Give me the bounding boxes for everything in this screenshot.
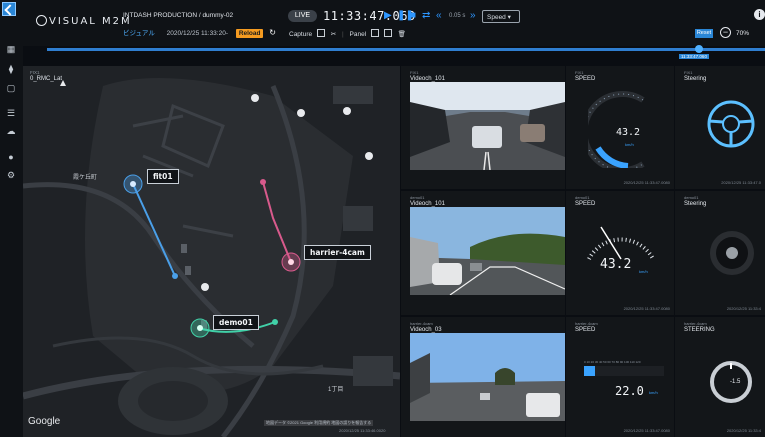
panel-source: harrier-4cam — [575, 321, 598, 326]
session-date: 2020/12/25 11:33:20- — [166, 30, 228, 37]
town-label: 霞ケ丘町 — [73, 175, 98, 181]
video-frame — [410, 207, 565, 295]
panel-source: harrier-4cam — [410, 321, 433, 326]
settings-icon[interactable]: ⚙ — [6, 170, 16, 180]
speed-scale: 0 10 20 30 40 50 60 70 80 90 100 110 120 — [584, 360, 641, 364]
panel-title: SPEED — [575, 76, 596, 82]
panel-timestamp: 2020/12/25 11:33:47.0080 — [623, 428, 670, 433]
block-label: 1丁目 — [328, 387, 344, 393]
speed-unit: km/h — [649, 390, 658, 395]
zoom-out-button[interactable]: − — [720, 27, 731, 38]
steering-value: -1.5 — [730, 379, 741, 385]
speed-panel-2[interactable]: demo01 SPEED 43.2 km/h 2020/12/25 11:33:… — [566, 191, 674, 315]
live-button[interactable]: LIVE — [288, 10, 317, 22]
video-panel-3[interactable]: harrier-4cam Videoch_03 — [401, 317, 565, 437]
panel-source: demo01 — [684, 195, 699, 200]
project-title: INTDASH PRODUCTION / dummy-02 — [123, 12, 234, 19]
steering-wheel-icon — [707, 100, 755, 148]
timeline-track[interactable] — [47, 48, 765, 51]
video-panel-2[interactable]: demo01 Videoch_101 — [401, 191, 565, 315]
speed-bar-track — [584, 366, 664, 376]
zoom-level: 70% — [736, 30, 750, 37]
panel-source: demo01 — [410, 195, 425, 200]
marker-label-demo01[interactable]: demo01 — [213, 315, 259, 330]
play-icon[interactable]: ▶ — [384, 10, 392, 21]
trash-icon[interactable]: 🗑 — [398, 31, 406, 38]
panel-timestamp: 2020/12/25 11:33:4 — [726, 428, 761, 433]
map-panel[interactable]: FIX1 0_RMC_Lat 霞ケ丘町 1丁目 fit01 harrier-4c… — [23, 66, 400, 437]
speed-value: 22.0 — [615, 384, 644, 398]
speed-bar-fill — [584, 366, 596, 376]
top-header: VISUAL M2M INTDASH PRODUCTION / dummy-02… — [0, 0, 765, 46]
scissors-icon[interactable]: ✂ — [331, 31, 336, 38]
app-menu-icon[interactable] — [2, 2, 16, 16]
reset-button[interactable]: Reset — [695, 29, 713, 38]
video-frame — [410, 333, 565, 421]
list-icon[interactable]: ☰ — [6, 108, 16, 118]
sliders-icon[interactable]: ⧫ — [6, 64, 16, 74]
panel-source: demo01 — [575, 195, 590, 200]
speed-select[interactable]: Speed ▾ — [482, 10, 520, 23]
panel-timestamp: 2020/12/25 11:33:47.0080 — [623, 180, 670, 185]
refresh-icon[interactable]: ↻ — [269, 28, 276, 37]
panel-title: STEERING — [684, 327, 715, 333]
marker-label-fit01[interactable]: fit01 — [147, 169, 179, 184]
steering-panel-2[interactable]: demo01 Steering 2020/12/25 11:33:4 — [675, 191, 765, 315]
left-rail: ▦ ⧫ ▢ ☰ ☁ ● ⚙ — [0, 40, 23, 437]
location-icon[interactable]: ● — [6, 152, 16, 162]
forward-icon[interactable]: » — [470, 10, 476, 21]
rewind-icon[interactable]: « — [436, 10, 442, 21]
marker-label-harrier[interactable]: harrier-4cam — [304, 245, 371, 260]
panel-timestamp: 2020/12/25 11:33:47.0 — [721, 180, 761, 185]
panel-source: FIX1 — [410, 70, 419, 75]
speed-panel-1[interactable]: FIX1 SPEED 43.2 km/h 2020/12/25 11:33:47… — [566, 66, 674, 189]
steering-panel-1[interactable]: FIX1 Steering 2020/12/25 11:33:47.0 — [675, 66, 765, 189]
speed-value: 43.2 — [616, 127, 641, 138]
screenshot-icon[interactable] — [316, 29, 325, 37]
panel-add-icon[interactable] — [370, 29, 379, 37]
panel-label: Panel — [349, 31, 367, 38]
panel-title: SPEED — [575, 201, 596, 207]
google-logo: Google — [28, 416, 61, 427]
map-source-label: FIX1 — [30, 70, 40, 75]
loop-icon[interactable]: ⇄ — [422, 10, 430, 21]
playback-rate: 0.05 s — [449, 13, 466, 19]
speed-panel-3[interactable]: harrier-4cam SPEED 0 10 20 30 40 50 60 7… — [566, 317, 674, 437]
timeline-time: 11:33:47.060 — [679, 54, 709, 59]
map-layer-name: 0_RMC_Lat — [30, 76, 63, 82]
steering-wheel-icon — [710, 231, 754, 275]
steering-panel-3[interactable]: harrier-4cam STEERING -1.5 2020/12/25 11… — [675, 317, 765, 437]
capture-label: Capture — [289, 31, 313, 38]
grid-icon[interactable]: ▦ — [6, 44, 16, 54]
cloud-icon[interactable]: ☁ — [6, 126, 16, 136]
speed-unit: km/h — [639, 269, 648, 274]
reload-button[interactable]: Reload — [235, 29, 264, 38]
capture-toolbar: Capture ✂ | Panel 🗑 — [289, 29, 406, 38]
session-info: ビジュアル 2020/12/25 11:33:20- Reload ↻ — [123, 27, 276, 38]
panel-timestamp: 2020/12/25 11:33:47.0080 — [623, 306, 670, 311]
panel-timestamp: 2020/12/25 11:33:4 — [726, 306, 761, 311]
app-logo: VISUAL M2M — [36, 15, 132, 27]
panel-layout-icon[interactable] — [383, 29, 392, 37]
map-attribution[interactable]: 地図データ ©2021 Google 利用規約 地図の誤りを報告する — [264, 420, 374, 426]
video-panel-1[interactable]: FIX1 Videoch_101 — [401, 66, 565, 189]
panel-title: Steering — [684, 201, 707, 207]
panel-source: FIX1 — [575, 70, 584, 75]
panel-source: FIX1 — [684, 70, 693, 75]
speed-value: 43.2 — [600, 257, 632, 272]
panel-source: harrier-4cam — [684, 321, 707, 326]
device-icon[interactable]: ▢ — [6, 83, 16, 93]
panel-title: Steering — [684, 76, 707, 82]
video-frame — [410, 82, 565, 170]
panel-title: SPEED — [575, 327, 596, 333]
stop-icon[interactable]: ■ — [410, 10, 416, 21]
speed-gauge — [587, 226, 655, 260]
info-icon[interactable]: i — [754, 9, 765, 20]
speed-unit: km/h — [625, 142, 634, 147]
map-timestamp: 2020/12/25 11:33:46.0020 — [339, 428, 386, 433]
timeline-handle[interactable] — [695, 45, 703, 53]
mode-label[interactable]: ビジュアル — [123, 30, 155, 37]
